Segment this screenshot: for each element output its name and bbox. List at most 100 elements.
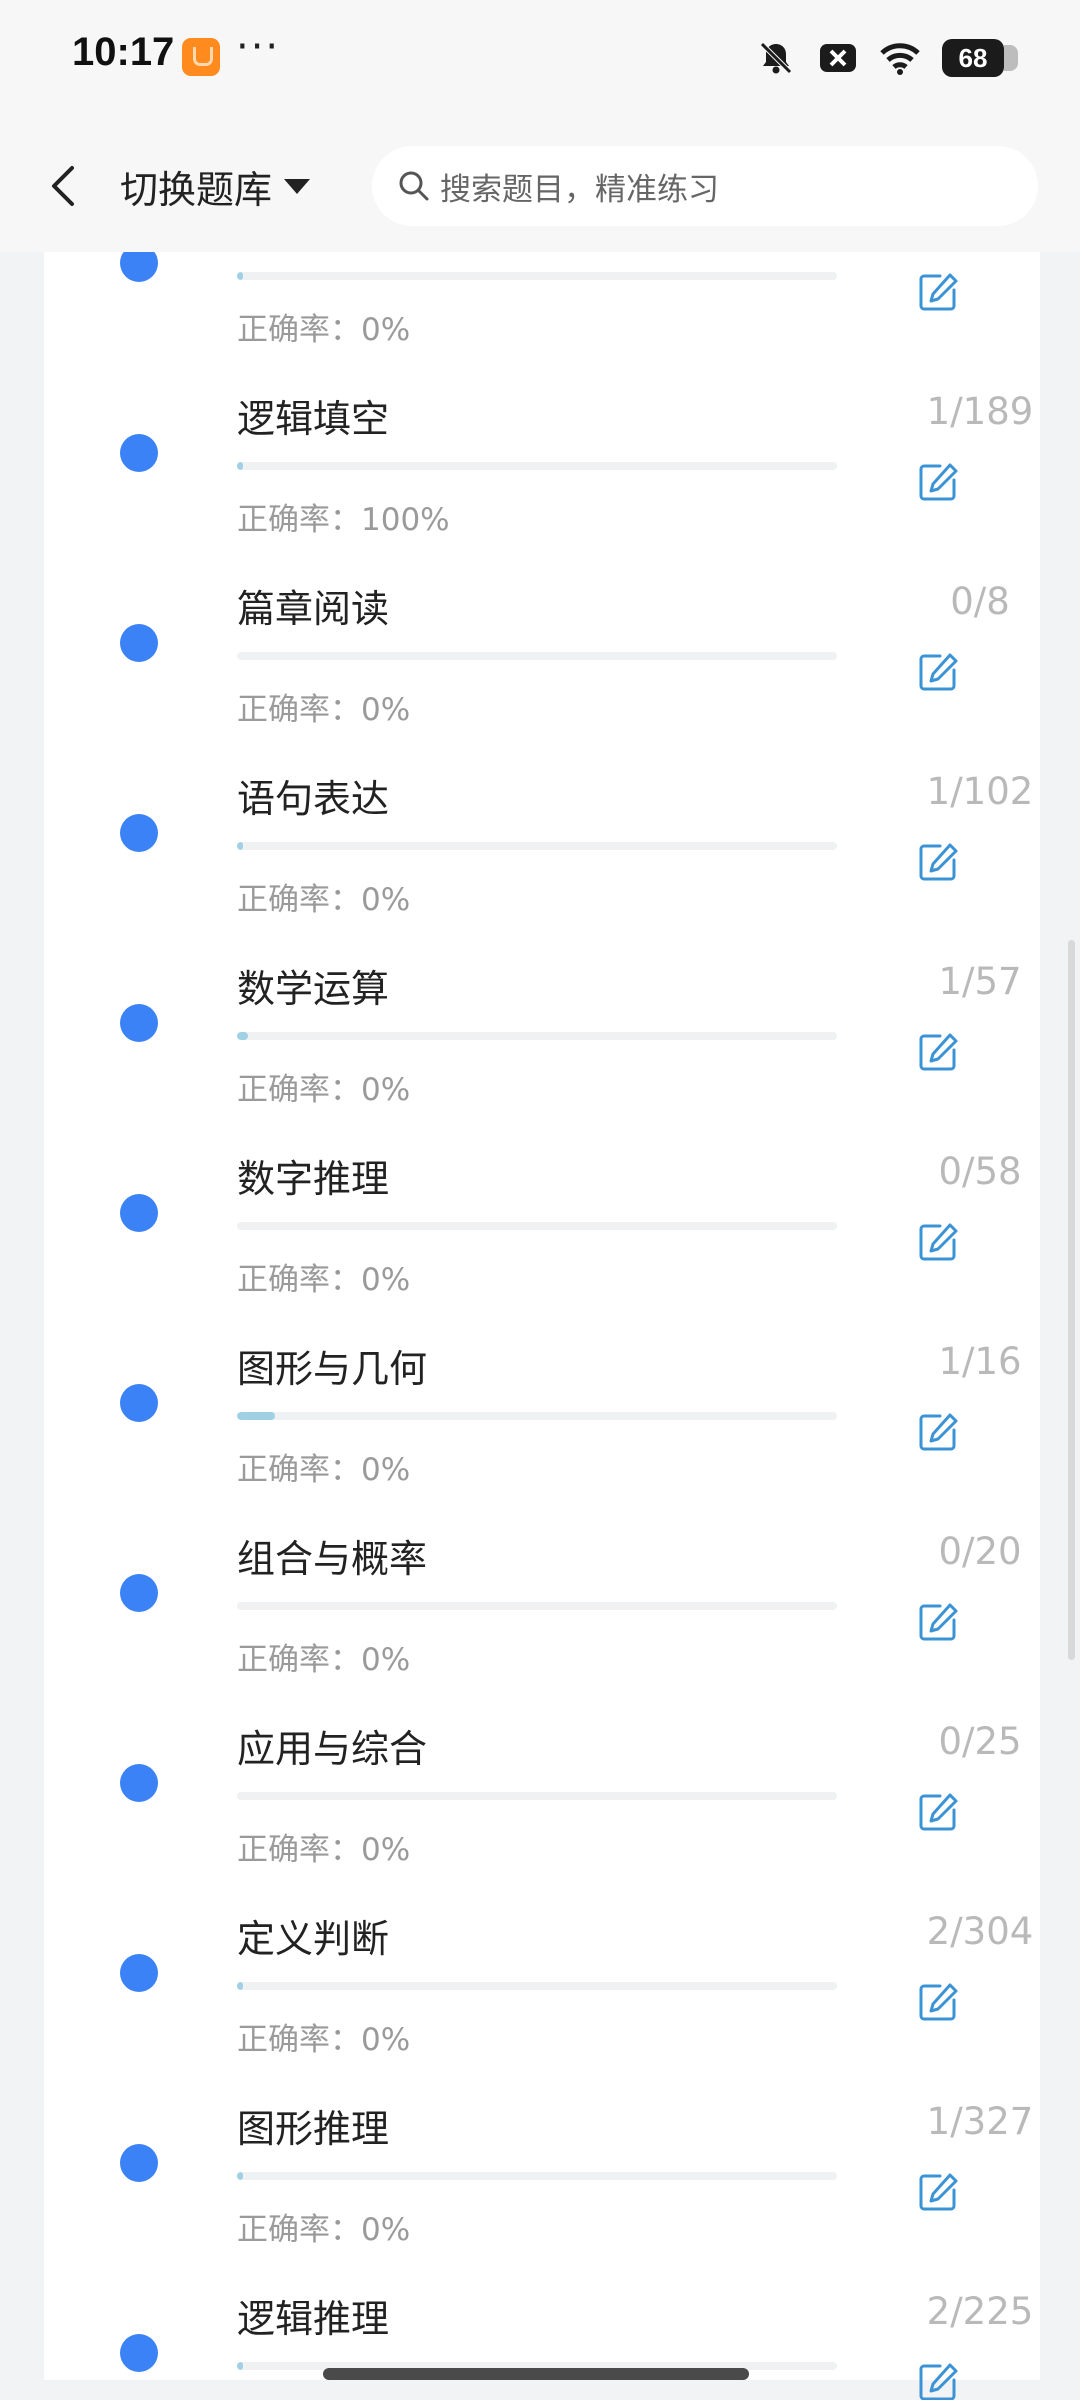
status-dot-icon [120, 814, 158, 852]
progress-bar [237, 272, 837, 280]
edit-icon[interactable] [916, 2170, 960, 2214]
more-notifications-icon: ··· [236, 24, 281, 70]
item-title: 篇章阅读 [237, 587, 390, 631]
search-placeholder: 搜索题目，精准练习 [440, 171, 719, 208]
accuracy-text: 正确率：0% [237, 1452, 411, 1488]
item-title: 数字推理 [237, 1157, 390, 1201]
progress-fill [237, 462, 243, 470]
progress-count: 2/225 [926, 2290, 1034, 2333]
bell-muted-icon [760, 42, 792, 74]
list-item[interactable]: 篇章阅读正确率：0% 0/8 [44, 550, 1040, 740]
list-item[interactable]: 数字推理 正确率：0% 0/58 [44, 1120, 1040, 1310]
scrollbar[interactable] [1068, 940, 1075, 1660]
category-list: 阅读理解正确率：0%1/276逻辑填空正确率：100%1/189篇章阅读正确率：… [44, 180, 1040, 2400]
search-icon [399, 171, 429, 201]
edit-icon[interactable] [916, 270, 960, 314]
item-title: 应用与综合 [237, 1727, 428, 1771]
item-title: 逻辑推理 [237, 2297, 390, 2341]
status-dot-icon [120, 1384, 158, 1422]
progress-bar [237, 1222, 837, 1230]
search-input[interactable]: 搜索题目，精准练习 [372, 146, 1038, 226]
accuracy-text: 正确率：0% [237, 1072, 411, 1108]
status-dot-icon [120, 1574, 158, 1612]
accuracy-text: 正确率：0% [237, 312, 411, 348]
progress-bar [237, 1412, 837, 1420]
edit-icon[interactable] [916, 1030, 960, 1074]
progress-count: 0/8 [950, 580, 1010, 623]
progress-fill [237, 1032, 248, 1040]
status-bar: 10:17 ··· 68 [0, 0, 1080, 118]
status-dot-icon [120, 1954, 158, 1992]
edit-icon[interactable] [916, 650, 960, 694]
edit-icon[interactable] [916, 460, 960, 504]
close-badge-icon [820, 44, 856, 72]
item-title: 图形推理 [237, 2107, 390, 2151]
switch-bank-label: 切换题库 [120, 167, 273, 212]
list-item[interactable]: 图形与几何 正确率：0% 1/16 [44, 1310, 1040, 1500]
progress-count: 1/102 [926, 770, 1034, 813]
progress-bar [237, 1792, 837, 1800]
progress-bar [237, 1032, 837, 1040]
edit-icon[interactable] [916, 1600, 960, 1644]
accuracy-text: 正确率：0% [237, 692, 411, 728]
status-icons: 68 [756, 36, 1018, 80]
progress-count: 1/327 [926, 2100, 1034, 2143]
progress-fill [237, 1412, 275, 1420]
list-item[interactable]: 组合与概率正确率：0% 0/20 [44, 1500, 1040, 1690]
item-title: 组合与概率 [237, 1537, 428, 1581]
progress-count: 2/304 [926, 1910, 1034, 1953]
accuracy-text: 正确率：100% [237, 502, 450, 538]
edit-icon[interactable] [916, 2360, 960, 2400]
accuracy-text: 正确率：0% [237, 882, 411, 918]
edit-icon[interactable] [916, 1980, 960, 2024]
progress-bar [237, 1602, 837, 1610]
list-item[interactable]: 应用与综合 正确率：0% 0/25 [44, 1690, 1040, 1880]
status-dot-icon [120, 1004, 158, 1042]
edit-icon[interactable] [916, 1790, 960, 1834]
list-item[interactable]: 图形推理正确率：0% 1/327 [44, 2070, 1040, 2260]
progress-bar [237, 842, 837, 850]
item-title: 数学运算 [237, 967, 390, 1011]
edit-icon[interactable] [916, 840, 960, 884]
progress-fill [237, 2172, 243, 2180]
item-title: 语句表达 [237, 777, 390, 821]
battery-level: 68 [958, 42, 988, 73]
progress-bar [237, 462, 837, 470]
progress-count: 0/20 [938, 1530, 1022, 1573]
status-time: 10:17 [72, 30, 175, 74]
status-dot-icon [120, 624, 158, 662]
caret-down-icon [284, 178, 311, 194]
accuracy-text: 正确率：0% [237, 2212, 411, 2248]
status-dot-icon [120, 2334, 158, 2372]
item-title: 逻辑填空 [237, 397, 390, 441]
home-indicator[interactable] [323, 2368, 749, 2380]
progress-count: 1/189 [926, 390, 1034, 433]
item-title: 定义判断 [237, 1917, 390, 1961]
item-title: 图形与几何 [237, 1347, 428, 1391]
progress-fill [237, 272, 243, 280]
top-nav: 切换题库 搜索题目，精准练习 [0, 118, 1080, 252]
progress-count: 0/25 [938, 1720, 1022, 1763]
battery-icon: 68 [942, 39, 1018, 77]
screen: 10:17 ··· 68 切换题库 搜索题目，精准练习 正确率：0% 逻辑填空 … [0, 0, 1080, 2400]
list-item[interactable]: 数学运算 正确率：0% 1/57 [44, 930, 1040, 1120]
status-dot-icon [120, 2144, 158, 2182]
list-item[interactable]: 语句表达正确率：0% 1/102 [44, 740, 1040, 930]
status-dot-icon [120, 434, 158, 472]
progress-bar [237, 1982, 837, 1990]
list-item[interactable]: 定义判断 正确率：0% 2/304 [44, 1880, 1040, 2070]
wifi-icon [880, 43, 920, 75]
edit-icon[interactable] [916, 1410, 960, 1454]
status-dot-icon [120, 1194, 158, 1232]
progress-fill [237, 2362, 243, 2370]
progress-fill [237, 842, 243, 850]
edit-icon[interactable] [916, 1220, 960, 1264]
progress-bar [237, 652, 837, 660]
progress-count: 0/58 [938, 1150, 1022, 1193]
status-dot-icon [120, 1764, 158, 1802]
accuracy-text: 正确率：0% [237, 1642, 411, 1678]
back-icon[interactable] [40, 158, 86, 214]
switch-bank-dropdown[interactable]: 切换题库 [120, 156, 311, 216]
list-item[interactable]: 逻辑填空正确率：100% 1/189 [44, 360, 1040, 550]
progress-bar [237, 2172, 837, 2180]
